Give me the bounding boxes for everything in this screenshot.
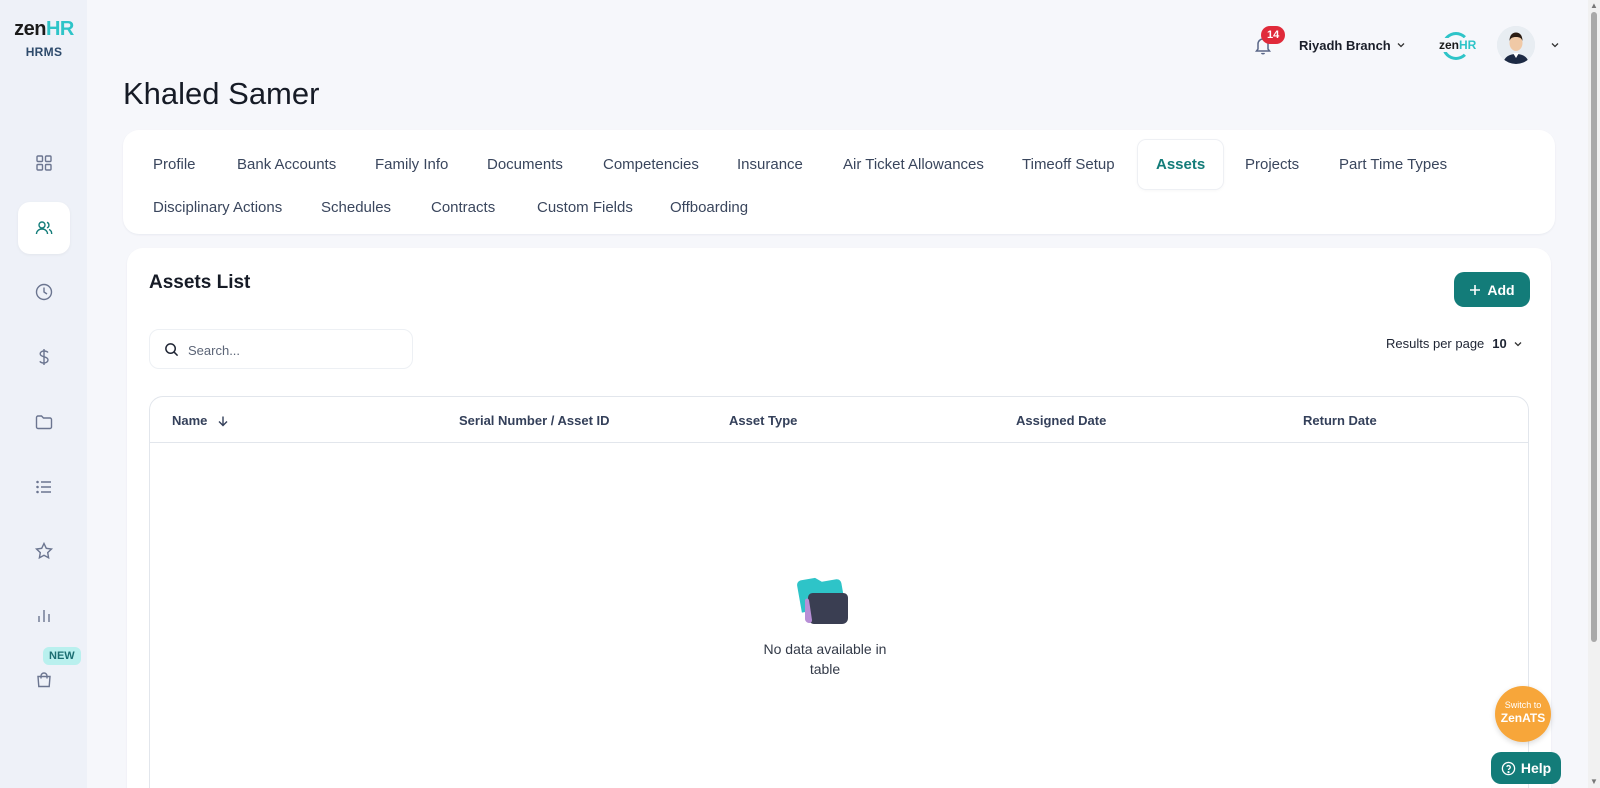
search-box[interactable] xyxy=(149,329,413,369)
tab-family-info[interactable]: Family Info xyxy=(357,148,466,181)
empty-folder-illustration xyxy=(797,577,848,624)
tab-custom-fields[interactable]: Custom Fields xyxy=(519,191,651,224)
sidebar-item-documents[interactable] xyxy=(18,396,70,448)
column-header-name-label: Name xyxy=(172,413,208,428)
chevron-down-icon[interactable] xyxy=(1396,40,1406,50)
logo-accent-text: HR xyxy=(45,18,74,40)
add-asset-button[interactable]: Add xyxy=(1454,272,1530,307)
dollar-icon xyxy=(39,349,49,365)
sidebar-item-shop[interactable] xyxy=(18,654,70,706)
column-header-name[interactable]: Name xyxy=(172,413,229,428)
help-button[interactable]: Help xyxy=(1491,752,1561,784)
tab-contracts[interactable]: Contracts xyxy=(413,191,513,224)
tab-timeoff-setup[interactable]: Timeoff Setup xyxy=(1004,148,1133,181)
column-header-asset-type[interactable]: Asset Type xyxy=(729,413,797,428)
scroll-down-arrow[interactable]: ▼ xyxy=(1590,778,1598,786)
user-avatar[interactable] xyxy=(1497,26,1535,64)
profile-tabs: Profile Bank Accounts Family Info Docume… xyxy=(123,130,1555,234)
bag-icon xyxy=(37,672,51,688)
add-button-label: Add xyxy=(1487,281,1515,298)
plus-icon xyxy=(1470,284,1481,295)
sidebar-item-employees[interactable] xyxy=(18,202,70,254)
list-icon xyxy=(36,480,51,494)
tab-competencies[interactable]: Competencies xyxy=(585,148,717,181)
assets-card: Assets List Add Results per page 10 Name… xyxy=(127,248,1551,788)
chevron-down-icon[interactable] xyxy=(1550,40,1560,50)
column-header-assigned-date[interactable]: Assigned Date xyxy=(1016,413,1106,428)
page-scrollbar[interactable]: ▲ ▼ xyxy=(1588,0,1600,788)
switch-line-2: ZenATS xyxy=(1500,711,1546,725)
logo-subtitle: HRMS xyxy=(25,45,63,59)
avatar-person-icon xyxy=(1497,26,1535,64)
empty-state-text: No data available in table xyxy=(763,641,887,677)
tab-disciplinary-actions[interactable]: Disciplinary Actions xyxy=(135,191,300,224)
help-circle-icon xyxy=(1501,761,1516,775)
sidebar: zenHR HRMS NEW xyxy=(0,0,87,788)
search-input[interactable] xyxy=(188,340,398,360)
folder-icon xyxy=(35,415,53,430)
scroll-thumb[interactable] xyxy=(1591,12,1597,642)
help-label: Help xyxy=(1520,760,1552,776)
sidebar-item-reports[interactable] xyxy=(18,590,70,642)
switch-to-zenats-button[interactable]: Switch to ZenATS xyxy=(1495,686,1551,742)
sidebar-item-time[interactable] xyxy=(18,266,70,318)
grid-icon xyxy=(36,155,52,171)
sidebar-item-performance[interactable] xyxy=(18,525,70,577)
tab-schedules[interactable]: Schedules xyxy=(303,191,409,224)
tab-profile[interactable]: Profile xyxy=(135,148,214,181)
results-per-page-value: 10 xyxy=(1492,336,1507,351)
assets-table: Name Serial Number / Asset ID Asset Type… xyxy=(149,396,1529,788)
notification-count-badge: 14 xyxy=(1261,26,1286,44)
mini-logo-accent: HR xyxy=(1459,38,1477,52)
logo-main-text: zen xyxy=(14,18,46,40)
sidebar-item-lists[interactable] xyxy=(18,461,70,513)
switch-line-1: Switch to xyxy=(1504,700,1542,710)
tab-offboarding[interactable]: Offboarding xyxy=(652,191,766,224)
zenhr-logo[interactable]: zenHR HRMS xyxy=(12,18,76,59)
search-icon xyxy=(165,343,179,357)
page-title: Khaled Samer xyxy=(123,76,320,111)
branch-selector[interactable]: Riyadh Branch xyxy=(1299,38,1391,53)
bar-chart-icon xyxy=(38,610,50,622)
column-header-return-date[interactable]: Return Date xyxy=(1303,413,1377,428)
assets-list-title: Assets List xyxy=(149,272,251,293)
tab-part-time-types[interactable]: Part Time Types xyxy=(1321,148,1465,181)
star-icon xyxy=(34,541,54,560)
results-per-page-label: Results per page xyxy=(1386,336,1485,351)
tab-bank-accounts[interactable]: Bank Accounts xyxy=(219,148,354,181)
results-per-page[interactable]: Results per page 10 xyxy=(1386,336,1523,351)
scroll-up-arrow[interactable]: ▲ xyxy=(1590,2,1598,10)
tab-documents[interactable]: Documents xyxy=(469,148,581,181)
tab-projects[interactable]: Projects xyxy=(1227,148,1317,181)
column-header-serial[interactable]: Serial Number / Asset ID xyxy=(459,413,610,428)
empty-state: No data available in table xyxy=(750,572,900,679)
tab-assets[interactable]: Assets xyxy=(1138,140,1224,189)
users-icon xyxy=(35,221,53,235)
mini-logo-main: zen xyxy=(1439,38,1460,52)
sidebar-item-dashboard[interactable] xyxy=(18,137,70,189)
arrow-down-icon[interactable] xyxy=(217,415,229,427)
sidebar-item-payroll[interactable] xyxy=(18,331,70,383)
tab-air-ticket-allowances[interactable]: Air Ticket Allowances xyxy=(825,148,1002,181)
zenhr-mini-logo[interactable]: zenHR xyxy=(1436,30,1478,62)
mini-logo-text: zenHR xyxy=(1438,38,1478,52)
table-header: Name Serial Number / Asset ID Asset Type… xyxy=(150,397,1528,443)
chevron-down-icon xyxy=(1514,341,1522,346)
tab-insurance[interactable]: Insurance xyxy=(719,148,821,181)
clock-icon xyxy=(35,283,53,301)
